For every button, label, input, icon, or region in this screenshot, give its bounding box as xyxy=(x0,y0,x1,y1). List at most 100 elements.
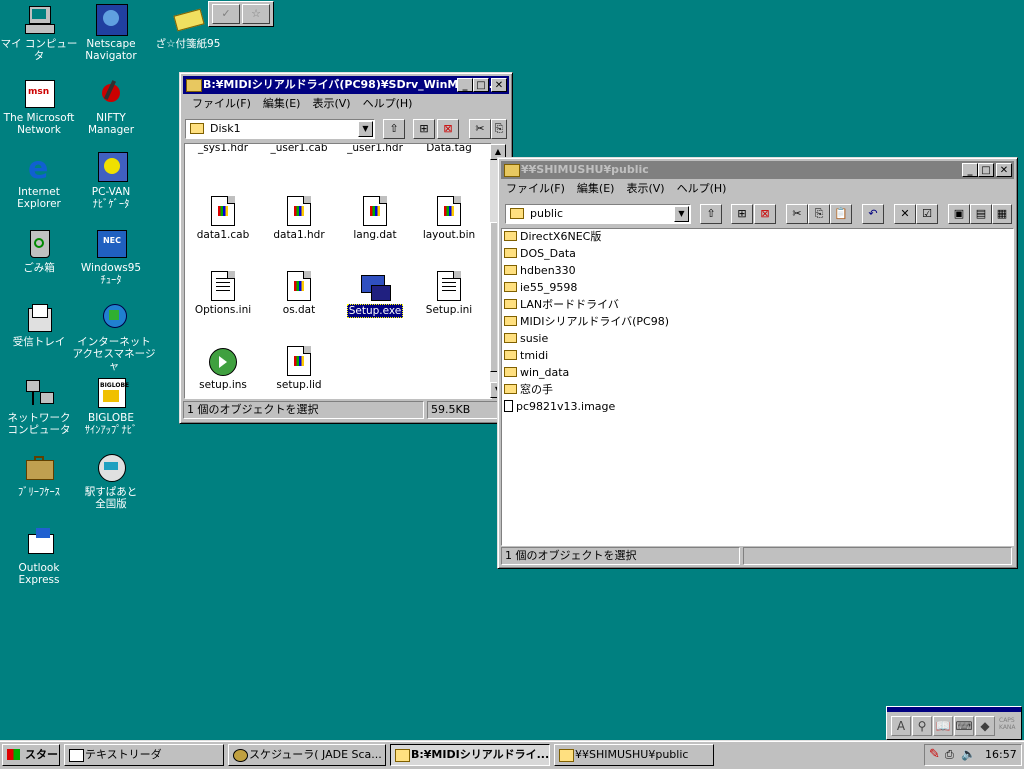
map-drive-button[interactable]: ⊞ xyxy=(731,204,753,224)
taskbar-button-public-folder[interactable]: ¥¥SHIMUSHU¥public xyxy=(554,744,714,766)
desktop-icon-my-computer[interactable]: マイ コンピュータ xyxy=(0,4,78,62)
menu-help[interactable]: ヘルプ(H) xyxy=(671,180,733,198)
desktop-icon-label: Windows95 ﾁｭｰﾀ xyxy=(80,262,142,286)
large-icons-button[interactable]: ▣ xyxy=(948,204,970,224)
file-item[interactable]: lang.dat xyxy=(339,196,411,241)
title-bar[interactable]: ¥¥SHIMUSHU¥public _ □ ✕ xyxy=(501,161,1014,179)
file-item[interactable]: layout.bin xyxy=(413,196,485,241)
desktop-icon-outlook[interactable]: Outlook Express xyxy=(0,528,78,586)
menu-file[interactable]: ファイル(F) xyxy=(500,180,571,198)
disconnect-drive-button[interactable]: ⊠ xyxy=(437,119,459,139)
menu-help[interactable]: ヘルプ(H) xyxy=(357,95,419,113)
menu-view[interactable]: 表示(V) xyxy=(620,180,670,198)
keyboard-icon[interactable]: ⌨ xyxy=(954,716,974,736)
list-item[interactable]: win_data xyxy=(504,365,569,381)
nec-tutor-icon: NEC xyxy=(94,228,128,260)
file-item[interactable]: setup.ins xyxy=(187,346,259,391)
file-item[interactable]: os.dat xyxy=(263,271,335,316)
list-item[interactable]: DirectX6NEC版 xyxy=(504,229,601,245)
list-item[interactable]: MIDIシリアルドライバ(PC98) xyxy=(504,314,669,330)
list-item[interactable]: pc9821v13.image xyxy=(504,399,615,415)
menu-file[interactable]: ファイル(F) xyxy=(186,95,257,113)
menu-edit[interactable]: 編集(E) xyxy=(571,180,621,198)
close-button[interactable]: ✕ xyxy=(491,78,507,92)
checkmark-button[interactable]: ✓ xyxy=(212,4,240,24)
file-item[interactable]: data1.hdr xyxy=(263,196,335,241)
list-item[interactable]: DOS_Data xyxy=(504,246,576,262)
file-item[interactable]: Setup.ini xyxy=(413,271,485,316)
volume-icon[interactable]: 🔈 xyxy=(961,747,976,761)
close-button[interactable]: ✕ xyxy=(996,163,1012,177)
taskbar-button-scheduler[interactable]: スケジューラ( JADE Sca... xyxy=(228,744,386,766)
chevron-down-icon[interactable]: ▼ xyxy=(358,121,373,137)
desktop-icon-pcvan[interactable]: PC-VAN ﾅﾋﾞｹﾞｰﾀ xyxy=(72,152,150,210)
file-item[interactable]: _user1.hdr xyxy=(339,144,411,154)
list-item[interactable]: LANボードドライバ xyxy=(504,297,619,313)
maximize-button[interactable]: □ xyxy=(473,78,489,92)
status-size xyxy=(743,547,1012,565)
minimize-button[interactable]: _ xyxy=(962,163,978,177)
details-view-button[interactable]: ▦ xyxy=(992,204,1012,224)
menu-view[interactable]: 表示(V) xyxy=(306,95,356,113)
desktop-icon-briefcase[interactable]: ﾌﾞﾘｰﾌｹｰｽ xyxy=(0,452,78,498)
list-item[interactable]: tmidi xyxy=(504,348,548,364)
title-bar[interactable]: B:¥MIDIシリアルドライバ(PC98)¥SDrv_WinMe32¥... _… xyxy=(183,76,509,94)
desktop-icon-network[interactable]: ネットワーク コンピュータ xyxy=(0,378,78,436)
file-item[interactable]: Options.ini xyxy=(187,271,259,316)
file-item[interactable]: data1.cab xyxy=(187,196,259,241)
chevron-down-icon[interactable]: ▼ xyxy=(674,206,689,222)
file-item-selected[interactable]: Setup.exe xyxy=(339,271,411,318)
windows-file-icon xyxy=(363,196,387,226)
ini-file-icon xyxy=(211,271,235,301)
address-dropdown[interactable]: Disk1 ▼ xyxy=(185,119,375,139)
list-item[interactable]: susie xyxy=(504,331,548,347)
menu-edit[interactable]: 編集(E) xyxy=(257,95,307,113)
list-item[interactable]: 窓の手 xyxy=(504,382,553,398)
disconnect-drive-button[interactable]: ⊠ xyxy=(754,204,776,224)
taskbar-button-midi-folder[interactable]: B:¥MIDIシリアルドライ... xyxy=(390,744,550,766)
small-icons-button[interactable]: ▤ xyxy=(970,204,992,224)
copy-button[interactable]: ⎘ xyxy=(491,119,507,139)
desktop-icon-nec-tutor[interactable]: NEC Windows95 ﾁｭｰﾀ xyxy=(72,228,150,286)
taskbar-button-text-reader[interactable]: テキストリーダ xyxy=(64,744,224,766)
map-drive-button[interactable]: ⊞ xyxy=(413,119,435,139)
desktop-icon-msn[interactable]: msn The Microsoft Network xyxy=(0,78,78,136)
dictionary-icon[interactable]: 📖 xyxy=(933,716,953,736)
file-item[interactable]: Data.tag xyxy=(413,144,485,154)
cut-button[interactable]: ✂ xyxy=(786,204,808,224)
maximize-button[interactable]: □ xyxy=(978,163,994,177)
desktop-icon-nifty[interactable]: NIFTY Manager xyxy=(72,78,150,136)
ime-mode-button[interactable]: A xyxy=(891,716,911,736)
undo-button[interactable]: ↶ xyxy=(862,204,884,224)
file-item[interactable]: _user1.cab xyxy=(263,144,335,154)
eraser-icon[interactable]: ◆ xyxy=(975,716,995,736)
desktop-icon-ekispert[interactable]: 駅すぱあと 全国版 xyxy=(72,452,150,510)
minimize-button[interactable]: _ xyxy=(457,78,473,92)
folder-icon xyxy=(504,384,517,394)
list-item[interactable]: hdben330 xyxy=(504,263,576,279)
address-dropdown[interactable]: public ▼ xyxy=(505,204,691,224)
list-item[interactable]: ie55_9598 xyxy=(504,280,577,296)
printer-icon[interactable]: ⎙ xyxy=(945,748,954,762)
desktop-icon-recycle-bin[interactable]: ごみ箱 xyxy=(0,228,78,274)
file-item[interactable]: _sys1.hdr xyxy=(187,144,259,154)
cut-button[interactable]: ✂ xyxy=(469,119,491,139)
clock[interactable]: 16:57 xyxy=(985,748,1017,761)
desktop-icon-biglobe[interactable]: BIGLOBE BIGLOBE ｻｲﾝｱｯﾌﾟﾅﾋﾞ xyxy=(72,378,150,436)
file-item[interactable]: setup.lid xyxy=(263,346,335,391)
star-button[interactable]: ☆ xyxy=(242,4,270,24)
copy-button[interactable]: ⎘ xyxy=(808,204,830,224)
desktop-icon-netscape[interactable]: Netscape Navigator xyxy=(72,4,150,62)
desktop-icon-inbox[interactable]: 受信トレイ xyxy=(0,302,78,348)
paste-button[interactable]: 📋 xyxy=(830,204,852,224)
pen-icon[interactable]: ✎ xyxy=(929,747,940,762)
delete-button[interactable]: ✕ xyxy=(894,204,916,224)
ekispert-icon xyxy=(94,452,128,484)
start-button[interactable]: スタート xyxy=(2,744,60,766)
properties-button[interactable]: ☑ xyxy=(916,204,938,224)
up-folder-button[interactable]: ⇧ xyxy=(383,119,405,139)
up-folder-button[interactable]: ⇧ xyxy=(700,204,722,224)
desktop-icon-internet-access[interactable]: インターネット アクセスマネージャ xyxy=(72,302,156,372)
magnifier-icon[interactable]: ⚲ xyxy=(912,716,932,736)
desktop-icon-ie[interactable]: e Internet Explorer xyxy=(0,152,78,211)
